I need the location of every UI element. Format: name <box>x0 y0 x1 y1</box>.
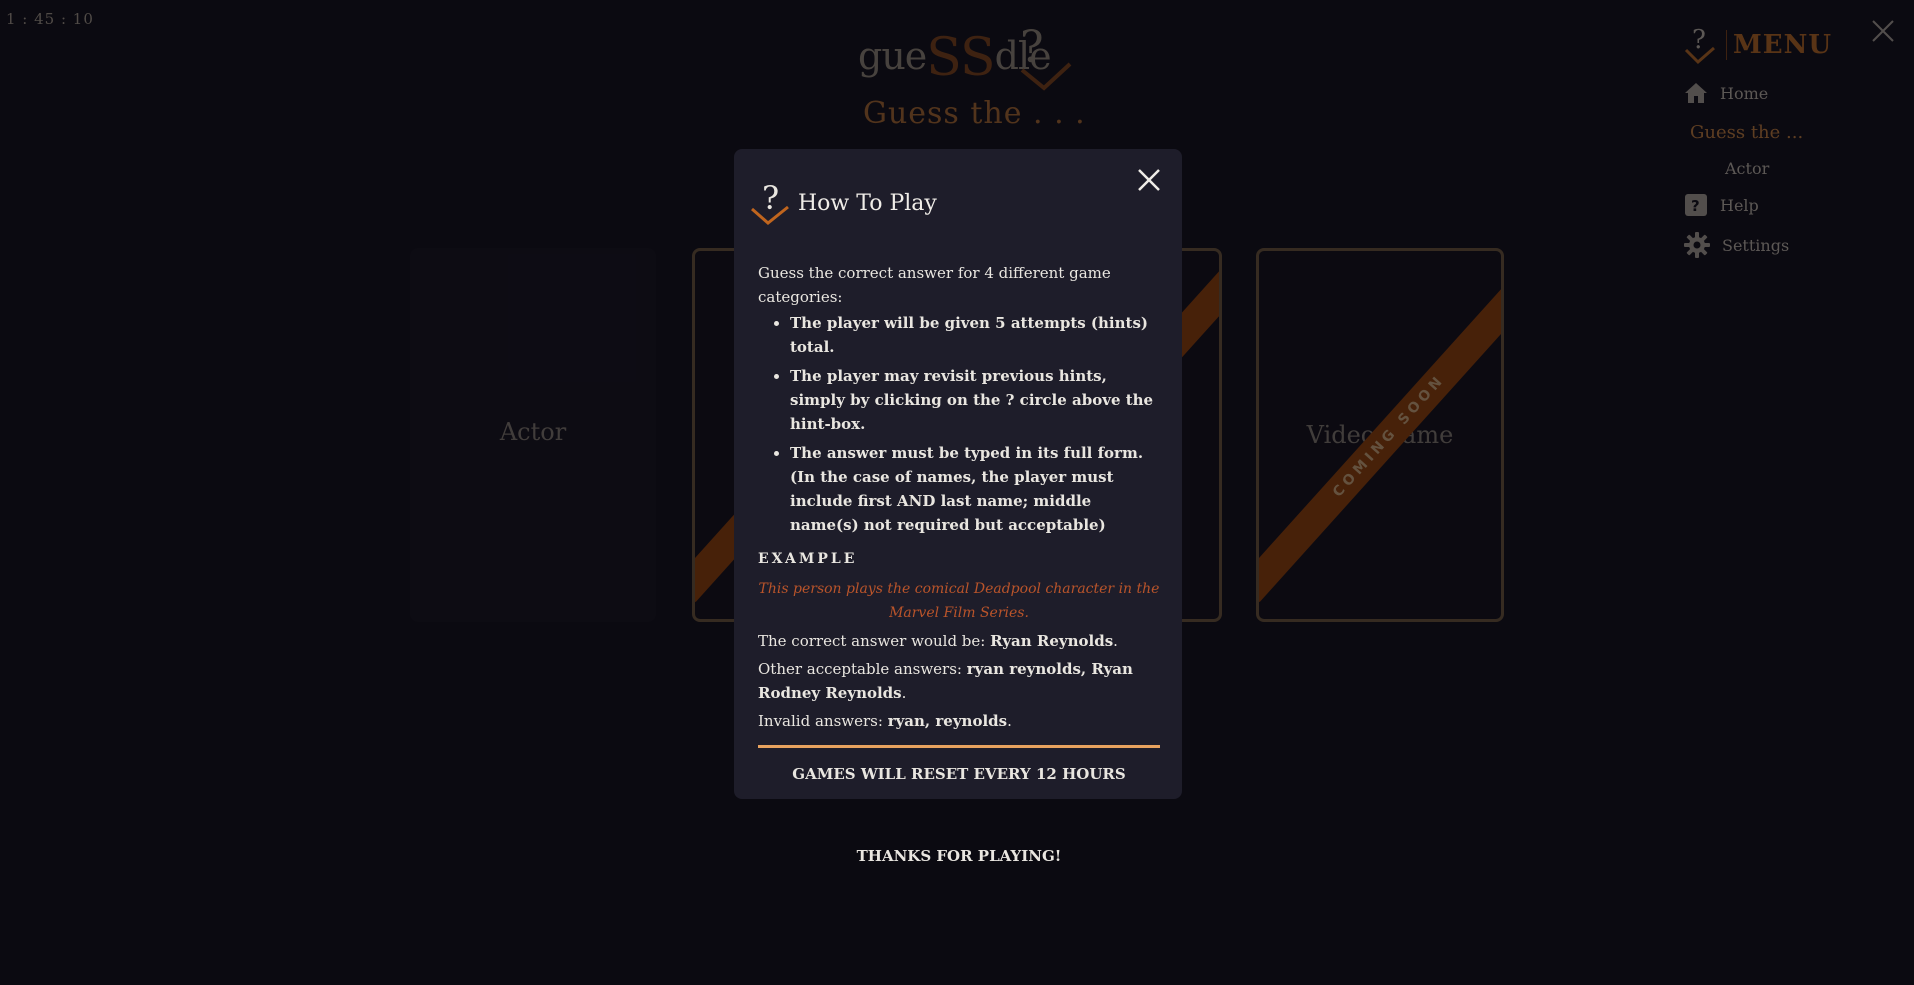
reset-notice: GAMES WILL RESET EVERY 12 HOURS <box>792 765 1126 783</box>
invalid-answers-prefix: Invalid answers: <box>758 712 888 730</box>
rules-list: The player will be given 5 attempts (hin… <box>758 311 1160 537</box>
thanks-text: THANKS FOR PLAYING! <box>856 847 1062 865</box>
how-to-play-modal: ? How To Play Guess the correct answer f… <box>734 149 1182 865</box>
modal-body: Guess the correct answer for 4 different… <box>758 261 1160 868</box>
modal-header: ? How To Play <box>750 179 937 227</box>
svg-text:?: ? <box>762 179 779 217</box>
other-answers-prefix: Other acceptable answers: <box>758 660 967 678</box>
correct-answer-value: Ryan Reynolds <box>990 632 1114 650</box>
invalid-answers-line: Invalid answers: ryan, reynolds. <box>758 712 1012 730</box>
divider <box>758 745 1160 748</box>
modal-title: How To Play <box>798 190 937 216</box>
other-answers-line: Other acceptable answers: ryan reynolds,… <box>758 660 1133 702</box>
intro-text: Guess the correct answer for 4 different… <box>758 264 1111 306</box>
correct-answer-prefix: The correct answer would be: <box>758 632 991 650</box>
invalid-answers-value: ryan, reynolds <box>887 712 1008 730</box>
correct-answer-line: The correct answer would be: Ryan Reynol… <box>758 632 1118 650</box>
rule-item: The answer must be typed in its full for… <box>790 441 1160 537</box>
example-heading: EXAMPLE <box>758 551 858 567</box>
close-modal-icon[interactable] <box>1136 167 1162 193</box>
example-text: This person plays the comical Deadpool c… <box>758 581 1160 621</box>
question-mark-logo-icon: ? <box>751 179 789 225</box>
rule-item: The player will be given 5 attempts (hin… <box>790 311 1160 359</box>
rule-item: The player may revisit previous hints, s… <box>790 364 1160 436</box>
